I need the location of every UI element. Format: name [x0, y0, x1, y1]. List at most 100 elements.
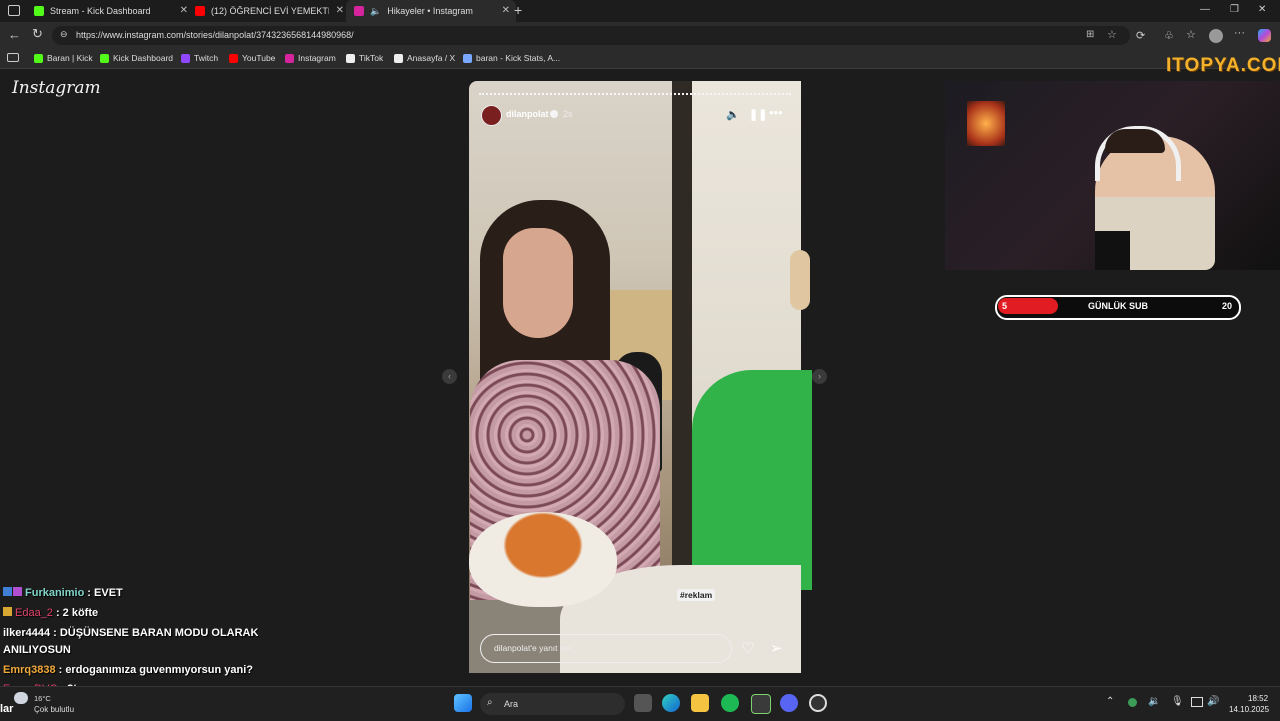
close-icon[interactable]: ✕	[180, 5, 188, 16]
previous-story-button[interactable]: ‹	[442, 369, 457, 384]
bookmark-kick-stats[interactable]: baran - Kick Stats, A...	[463, 53, 560, 63]
chat-badge-icon	[3, 607, 12, 616]
bookmark-instagram[interactable]: Instagram	[285, 53, 336, 63]
bookmark-youtube[interactable]: YouTube	[229, 53, 275, 63]
instagram-logo[interactable]: Instagram	[12, 78, 101, 98]
more-menu-icon[interactable]: ···	[1234, 27, 1245, 39]
story-avatar[interactable]	[481, 105, 502, 126]
tab-actions-icon[interactable]	[8, 5, 20, 16]
spotify-icon[interactable]	[721, 694, 739, 712]
tab-title: (12) ÖĞRENCİ EVİ YEMEKTEYİZ 1...	[211, 6, 329, 16]
more-options-icon[interactable]: •••	[769, 105, 783, 120]
lock-icon: ⊖	[60, 29, 68, 39]
clock-date[interactable]: 14.10.2025	[1229, 705, 1269, 714]
profile-avatar[interactable]	[1209, 29, 1223, 43]
volume-icon[interactable]: 🔊	[1207, 696, 1219, 707]
bookmark-x[interactable]: Anasayfa / X	[394, 53, 455, 63]
story-soup-bowl	[469, 512, 617, 607]
story-username[interactable]: dilanpolat	[506, 109, 549, 119]
tab-youtube[interactable]: (12) ÖĞRENCİ EVİ YEMEKTEYİZ 1... ✕	[189, 0, 350, 22]
pause-icon[interactable]: ❚❚	[749, 108, 767, 121]
extensions-icon[interactable]: ⟳	[1136, 29, 1145, 42]
webcam-microphone	[1095, 231, 1130, 270]
clock-time[interactable]: 18:52	[1248, 694, 1268, 703]
file-explorer-icon[interactable]	[691, 694, 709, 712]
reply-placeholder: dilanpolat'e yanıt ver...	[494, 643, 579, 653]
x-icon	[394, 53, 403, 63]
chat-username: ilker4444	[3, 627, 51, 639]
tab-title: Hikayeler • Instagram	[387, 6, 473, 16]
tab-instagram[interactable]: 🔈 Hikayeler • Instagram ✕	[346, 0, 516, 22]
copilot-icon[interactable]	[1258, 29, 1271, 42]
close-icon[interactable]: ✕	[502, 5, 510, 16]
reading-icon[interactable]	[7, 53, 19, 62]
speaker-icon[interactable]: 🔈	[370, 6, 381, 17]
youtube-icon	[229, 53, 238, 63]
sub-goal-label: GÜNLÜK SUB	[1088, 301, 1148, 311]
collections-icon[interactable]: ♧	[1164, 29, 1174, 42]
chat-text: ANILIYOSUN	[3, 644, 71, 656]
edge-icon[interactable]	[662, 694, 680, 712]
chat-text: : 2 köfte	[55, 607, 99, 619]
story-woman-face	[503, 228, 573, 338]
verified-badge-icon	[550, 110, 558, 118]
maximize-button[interactable]: ❐	[1230, 4, 1239, 15]
tray-app-icon[interactable]	[1128, 698, 1137, 707]
kick-icon	[100, 53, 109, 63]
tiktok-icon	[346, 53, 355, 63]
taskbar-search[interactable]: ⌕ Ara	[480, 693, 625, 715]
story-progress-bar	[479, 93, 791, 97]
address-bar[interactable]: ⊖ https://www.instagram.com/stories/dila…	[52, 26, 1130, 45]
app-available-icon[interactable]: ⊞	[1086, 29, 1094, 40]
chat-message: ilker4444: DÜŞÜNSENE BARAN MODU OLARAK	[3, 627, 258, 639]
webcam-overlay	[945, 81, 1280, 270]
taskbar-left-text: lar	[0, 703, 14, 715]
chat-text: : erdoganımıza guvenmıyorsun yani?	[58, 664, 253, 676]
sub-current: 5	[1002, 301, 1008, 311]
like-heart-icon[interactable]: ♡	[741, 639, 754, 657]
chat-text: : DÜŞÜNSENE BARAN MODU OLARAK	[53, 627, 259, 639]
favorite-star-icon[interactable]: ☆	[1107, 28, 1117, 41]
minimize-button[interactable]: —	[1200, 4, 1210, 15]
bookmark-label: TikTok	[359, 53, 384, 63]
refresh-icon[interactable]: ↻	[32, 26, 43, 42]
bookmark-label: Instagram	[298, 53, 336, 63]
close-window-button[interactable]: ✕	[1258, 4, 1266, 15]
favorites-icon[interactable]: ☆	[1186, 28, 1196, 41]
start-button[interactable]	[454, 694, 472, 712]
weather-icon[interactable]	[14, 692, 28, 704]
network-icon[interactable]	[1191, 697, 1203, 707]
reply-input[interactable]: dilanpolat'e yanıt ver...	[480, 634, 732, 663]
weather-temp[interactable]: 16°C	[34, 694, 51, 703]
next-story-button[interactable]: ›	[812, 369, 827, 384]
story-hashtag-sticker[interactable]: #reklam	[677, 589, 716, 601]
volume-icon[interactable]: 🔈	[726, 108, 740, 121]
bookmark-twitch[interactable]: Twitch	[181, 53, 218, 63]
app-icon[interactable]	[751, 694, 771, 714]
chevron-up-icon[interactable]: ⌃	[1106, 696, 1114, 707]
bookmark-kick-dashboard[interactable]: Kick Dashboard	[100, 53, 173, 63]
discord-icon[interactable]	[780, 694, 798, 712]
youtube-icon	[195, 6, 205, 16]
chat-username: Furkanimio	[25, 587, 85, 599]
bookmark-tiktok[interactable]: TikTok	[346, 53, 383, 63]
tab-title: Stream - Kick Dashboard	[50, 6, 151, 16]
new-tab-button[interactable]: +	[514, 2, 522, 18]
bookmark-label: baran - Kick Stats, A...	[476, 53, 561, 63]
send-icon[interactable]: ➢	[770, 639, 783, 657]
back-icon[interactable]: ←	[8, 27, 21, 42]
tab-kick-dashboard[interactable]: Stream - Kick Dashboard ✕	[28, 0, 194, 22]
chat-message: Emrq3838: erdoganımıza guvenmıyorsun yan…	[3, 664, 253, 676]
speaker-icon[interactable]: 🔉	[1148, 696, 1160, 707]
obs-icon[interactable]	[809, 694, 827, 712]
microphone-icon[interactable]: 🎙	[1171, 696, 1184, 707]
close-icon[interactable]: ✕	[336, 5, 344, 16]
bookmark-baran-kick[interactable]: Baran | Kick	[34, 53, 93, 63]
story-time: 2s	[563, 109, 573, 119]
bookmark-label: Anasayfa / X	[407, 53, 456, 63]
webcam-hair	[1105, 129, 1165, 153]
kick-icon	[34, 6, 44, 16]
task-view-icon[interactable]	[634, 694, 652, 712]
weather-description[interactable]: Çok bulutlu	[34, 705, 74, 714]
story-child	[692, 370, 812, 590]
